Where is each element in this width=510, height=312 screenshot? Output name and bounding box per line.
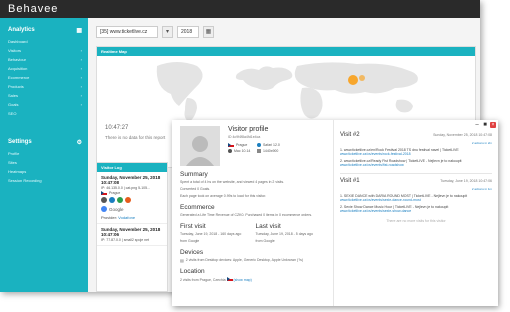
- location-heading: Location: [180, 268, 205, 275]
- map-marker: [359, 75, 365, 81]
- apple-icon: [228, 149, 232, 153]
- sidebar-item-seo[interactable]: SEO: [0, 109, 88, 118]
- world-map: [156, 62, 418, 122]
- visit-action-row[interactable]: 2. www.ticketlive.cz/Ready Fist Roadshow…: [340, 159, 492, 167]
- czech-flag-icon: [228, 143, 234, 147]
- selector-row: [35] www.ticketlive.cz ▾ 2018 ▦: [96, 26, 214, 38]
- devices-heading: Devices: [180, 249, 204, 256]
- sidebar-item-session-recording[interactable]: Session Recording: [0, 176, 88, 185]
- map-note: There is no data for this report: [105, 135, 166, 140]
- page-title: Visitor profile: [228, 126, 269, 133]
- visits-list: Visit #2 Sunday, November 25, 2018 10:47…: [340, 132, 492, 223]
- device-icons: [101, 197, 163, 203]
- show-map-link[interactable]: (show map): [234, 278, 252, 282]
- year-select[interactable]: 2018: [177, 26, 199, 38]
- chevron-right-icon: ›: [80, 48, 82, 53]
- panel-title: Visitor Log: [97, 163, 167, 172]
- sidebar-item-sales[interactable]: Sales ›: [0, 91, 88, 100]
- visitor-profile: Visitor profile ID 4c9f4f8a4fd1e4ca Prag…: [172, 120, 334, 306]
- chevron-right-icon: ›: [80, 66, 82, 71]
- sidebar-item-products[interactable]: Products ›: [0, 82, 88, 91]
- panel-title: Realtime Map: [97, 47, 475, 56]
- sidebar-item-ecommerce[interactable]: Ecommerce ›: [0, 73, 88, 82]
- no-more-visits-note: There are no more visits for this visito…: [386, 219, 446, 223]
- sidebar: Analytics ▦ Dashboard Visitors › Behaviou…: [0, 18, 88, 292]
- sidebar-item-visitors[interactable]: Visitors ›: [0, 46, 88, 55]
- ecommerce-heading: Ecommerce: [180, 204, 215, 211]
- chevron-right-icon: ›: [80, 75, 82, 80]
- chevron-down-icon[interactable]: ▾: [162, 26, 173, 38]
- divider: [340, 173, 492, 174]
- list-item[interactable]: Sunday, November 25, 2018 10:47:06 IP: 7…: [97, 224, 167, 246]
- sidebar-item-goals[interactable]: Goals ›: [0, 100, 88, 109]
- map-time: 10:47:27: [105, 125, 129, 131]
- visitor-log-panel: Visitor Log Sunday, November 25, 2018 10…: [96, 162, 168, 292]
- chevron-right-icon: ›: [80, 84, 82, 89]
- safari-icon: [109, 197, 115, 203]
- czech-flag-icon: [226, 277, 233, 281]
- monitor-icon: [256, 149, 261, 153]
- gear-icon: ⚙: [76, 140, 82, 146]
- czech-flag-icon: [101, 191, 107, 195]
- flag-icon: [125, 197, 131, 203]
- summary-heading: Summary: [180, 171, 208, 178]
- visit-header: Visit #1 Tuesday, June 19, 2018 10:47:06: [340, 178, 492, 184]
- visit-header: Visit #2 Sunday, November 25, 2018 10:47…: [340, 132, 492, 138]
- apple-icon: [101, 197, 107, 203]
- grid-icon: ▦: [76, 28, 82, 34]
- sidebar-item-sites[interactable]: Sites: [0, 158, 88, 167]
- android-icon: [117, 197, 123, 203]
- last-visit-heading: Last visit: [255, 223, 281, 230]
- map-marker: [348, 75, 358, 85]
- calendar-icon[interactable]: ▦: [203, 26, 214, 38]
- sidebar-section-label: Analytics: [8, 27, 35, 33]
- monitor-icon: ▤: [180, 258, 184, 263]
- google-icon: [101, 206, 107, 212]
- first-visit-heading: First visit: [180, 223, 206, 230]
- visitor-profile-window: – ■ × Visitor profile ID 4c9f4f8a4fd1e4c…: [172, 120, 498, 306]
- sidebar-item-heatmaps[interactable]: Heatmaps: [0, 167, 88, 176]
- site-select[interactable]: [35] www.ticketlive.cz: [96, 26, 158, 38]
- sidebar-item-profile[interactable]: Profile: [0, 149, 88, 158]
- chevron-right-icon: ›: [80, 102, 82, 107]
- visit-action-row[interactable]: 2. Sexie Show Dance Music Hour | TicketL…: [340, 205, 492, 213]
- provider-link[interactable]: Vodafone: [118, 215, 135, 220]
- sidebar-section-analytics[interactable]: Analytics ▦: [0, 18, 88, 37]
- avatar: [180, 126, 220, 166]
- sidebar-section-label: Settings: [8, 139, 32, 145]
- sidebar-item-behaviour[interactable]: Behaviour ›: [0, 55, 88, 64]
- chevron-right-icon: ›: [80, 57, 82, 62]
- visit-action-row[interactable]: 1. SEXIE DANCE with DARIA ROUND MOST | T…: [340, 194, 492, 202]
- sidebar-item-acquisition[interactable]: Acquisition ›: [0, 64, 88, 73]
- visitor-id: ID 4c9f4f8a4fd1e4ca: [228, 135, 261, 139]
- list-item[interactable]: Sunday, November 25, 2018 10:47:08 IP: 4…: [97, 172, 167, 224]
- app-title: Behavee: [0, 0, 480, 18]
- visit-action-row[interactable]: 1. www.ticketlive.cz/en/Rock Festival 20…: [340, 148, 492, 156]
- chevron-right-icon: ›: [80, 93, 82, 98]
- sidebar-item-dashboard[interactable]: Dashboard: [0, 37, 88, 46]
- safari-icon: [256, 143, 261, 147]
- sidebar-section-settings[interactable]: Settings ⚙: [0, 130, 88, 149]
